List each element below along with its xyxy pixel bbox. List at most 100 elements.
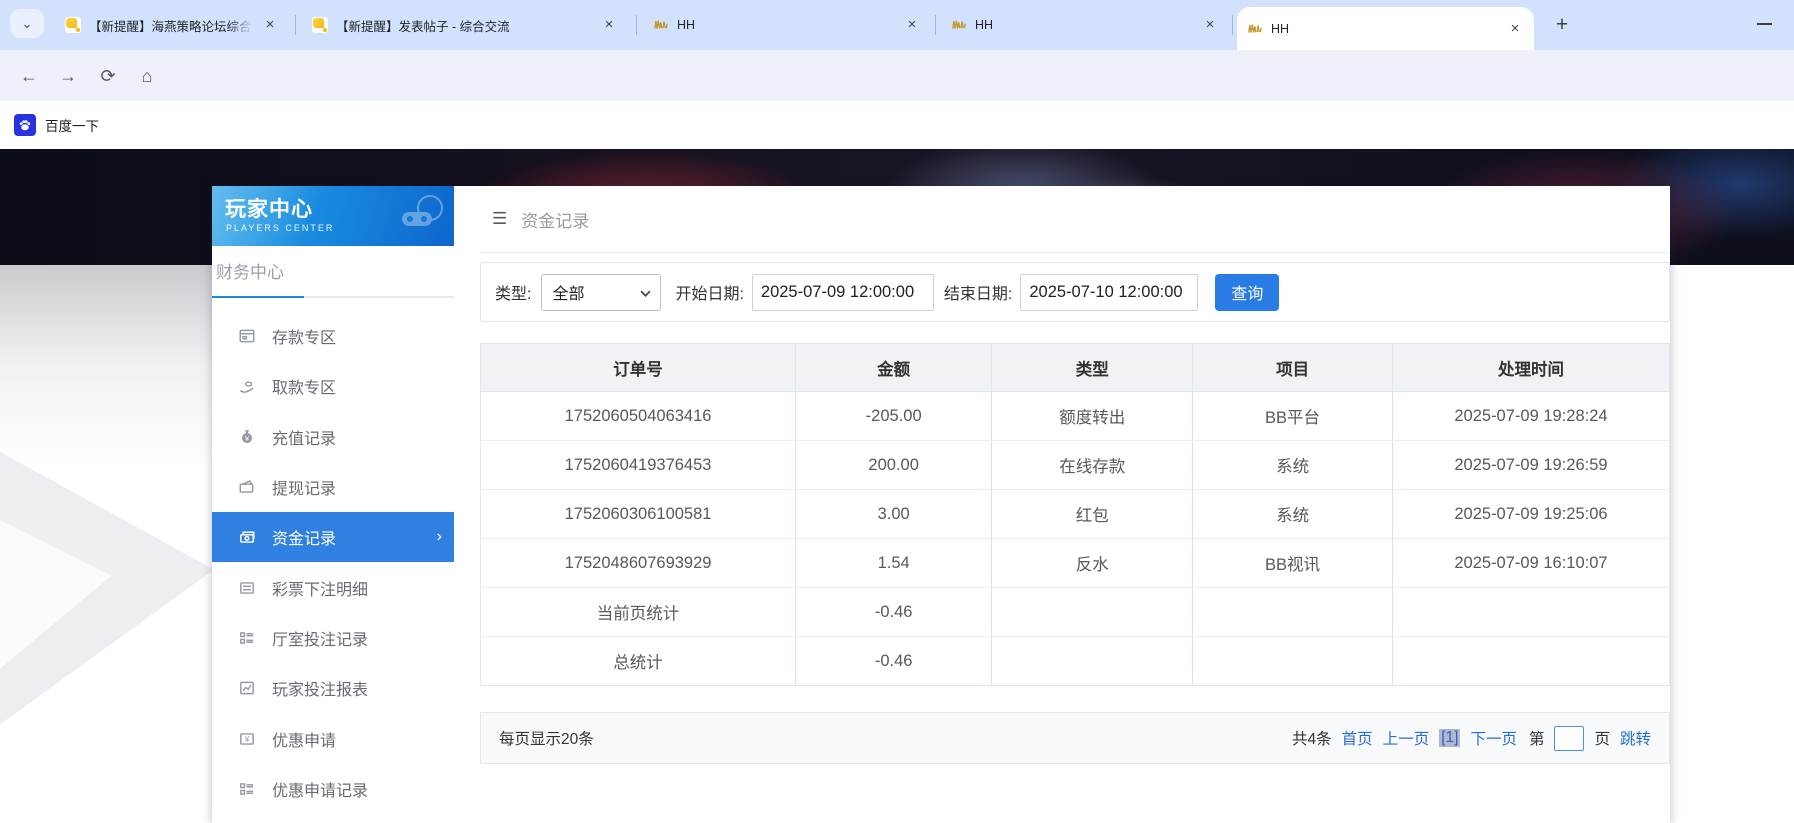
cell-order-no: 1752060306100581 xyxy=(481,490,796,539)
cell-order-no: 1752060419376453 xyxy=(481,441,796,490)
user-center-panel: 玩家中心 PLAYERS CENTER 财务中心 存款专区 取款专区 ¥ xyxy=(212,186,1670,823)
sidebar-item-promo-apply-records[interactable]: 优惠申请记录 xyxy=(212,764,454,814)
sidebar-item-label: 优惠申请记录 xyxy=(272,777,368,801)
tab-title: HH xyxy=(677,18,895,32)
table-row: 1752060419376453 200.00 在线存款 系统 2025-07-… xyxy=(481,441,1670,490)
home-icon[interactable]: ⌂ xyxy=(134,63,160,89)
tab-strip: ⌄ 【新提醒】海燕策略论坛综合交 × 【新提醒】发表帖子 - 综合交流 × HH… xyxy=(0,0,1794,50)
close-icon[interactable]: × xyxy=(1506,20,1524,38)
coupon-icon: ¥ xyxy=(238,730,256,748)
reload-icon[interactable]: ⟳ xyxy=(95,63,121,89)
filter-bar: 类型: 全部 开始日期: 结束日期: 查询 xyxy=(480,262,1670,322)
forum-yellow-icon xyxy=(312,17,328,33)
sidebar-item-funds-records[interactable]: 资金记录 › xyxy=(212,512,454,562)
sidebar-item-withdrawal-records[interactable]: 提现记录 xyxy=(212,462,454,512)
sidebar-item-deposit-zone[interactable]: 存款专区 xyxy=(212,311,454,361)
page-header: ☰ 资金记录 xyxy=(480,186,1670,253)
baidu-paw-icon xyxy=(14,114,36,136)
sidebar-item-label: 厅室投注记录 xyxy=(272,626,368,650)
bookmark-label: 百度一下 xyxy=(45,115,99,135)
close-icon[interactable]: × xyxy=(261,16,279,34)
sidebar-subtitle: PLAYERS CENTER xyxy=(226,223,334,233)
chevron-down-icon xyxy=(640,290,651,297)
type-select[interactable]: 全部 xyxy=(541,274,661,311)
page-prefix: 第 xyxy=(1529,727,1545,749)
sidebar-menu: 存款专区 取款专区 ¥ 充值记录 提现记录 xyxy=(212,311,454,814)
withdraw-hand-icon xyxy=(238,377,256,395)
chevron-right-icon: › xyxy=(437,528,442,546)
tab-1[interactable]: 【新提醒】海燕策略论坛综合交 × xyxy=(55,7,289,43)
sidebar-item-withdraw-zone[interactable]: 取款专区 xyxy=(212,361,454,411)
hh-gold-icon xyxy=(951,17,967,33)
cell-project: 系统 xyxy=(1193,490,1393,539)
jump-link[interactable]: 跳转 xyxy=(1620,727,1651,749)
tab-4[interactable]: HH × xyxy=(941,7,1229,43)
tab-title: HH xyxy=(1271,22,1498,36)
page-suffix: 页 xyxy=(1594,727,1610,749)
per-page-label: 每页显示20条 xyxy=(499,727,594,749)
pagination-bar: 每页显示20条 共4条 首页 上一页 [1] 下一页 第 页 跳转 xyxy=(480,712,1670,764)
tab-title: HH xyxy=(975,18,1193,32)
page-title: 资金记录 xyxy=(521,207,589,232)
grid-list-icon xyxy=(238,629,256,647)
tab-5-active[interactable]: HH × xyxy=(1237,7,1534,50)
next-page-link[interactable]: 下一页 xyxy=(1470,727,1517,749)
cell-type: 额度转出 xyxy=(992,392,1193,441)
sidebar-item-label: 玩家投注报表 xyxy=(272,676,368,700)
cell-empty xyxy=(992,637,1193,686)
tab-2[interactable]: 【新提醒】发表帖子 - 综合交流 × xyxy=(302,7,628,43)
tab-3[interactable]: HH × xyxy=(643,7,931,43)
tab-search-chevron-button[interactable]: ⌄ xyxy=(10,9,44,38)
end-date-input[interactable] xyxy=(1020,274,1198,311)
prev-page-link[interactable]: 上一页 xyxy=(1383,727,1430,749)
browser-window: ⌄ 【新提醒】海燕策略论坛综合交 × 【新提醒】发表帖子 - 综合交流 × HH… xyxy=(0,0,1794,823)
sidebar-item-label: 取款专区 xyxy=(272,374,336,398)
cell-type: 反水 xyxy=(992,539,1193,588)
cell-order-no: 1752048607693929 xyxy=(481,539,796,588)
list-detail-icon xyxy=(238,579,256,597)
tab-title: 【新提醒】发表帖子 - 综合交流 xyxy=(336,16,592,35)
cell-order-no: 1752060504063416 xyxy=(481,392,796,441)
chevron-down-icon: ⌄ xyxy=(22,16,33,32)
cell-amount: -0.46 xyxy=(796,588,992,637)
browser-toolbar: ← → ⟳ ⌂ yl756.com/hhcp/usercenter.html?i… xyxy=(0,50,1794,101)
cell-project: 系统 xyxy=(1193,441,1393,490)
cell-project: BB视讯 xyxy=(1193,539,1393,588)
cell-amount: -0.46 xyxy=(796,637,992,686)
sidebar-item-label: 彩票下注明细 xyxy=(272,576,368,600)
query-button[interactable]: 查询 xyxy=(1215,274,1279,311)
sidebar-item-hall-bet-records[interactable]: 厅室投注记录 xyxy=(212,613,454,663)
page-jump-input[interactable] xyxy=(1554,726,1584,751)
back-icon[interactable]: ← xyxy=(16,63,42,89)
sidebar-item-label: 提现记录 xyxy=(272,475,336,499)
sidebar-item-promo-apply[interactable]: ¥ 优惠申请 xyxy=(212,713,454,763)
chart-report-icon xyxy=(238,679,256,697)
close-icon[interactable]: × xyxy=(903,16,921,34)
sidebar-item-recharge-records[interactable]: ¥ 充值记录 xyxy=(212,412,454,462)
start-date-input[interactable] xyxy=(752,274,934,311)
bookmark-baidu[interactable]: 百度一下 xyxy=(14,112,99,138)
cell-time: 2025-07-09 19:25:06 xyxy=(1392,490,1669,539)
column-header: 项目 xyxy=(1193,344,1393,392)
cell-time: 2025-07-09 19:28:24 xyxy=(1392,392,1669,441)
close-icon[interactable]: × xyxy=(600,16,618,34)
sidebar-item-player-bet-report[interactable]: 玩家投注报表 xyxy=(212,663,454,713)
forward-icon[interactable]: → xyxy=(55,63,81,89)
cell-amount: 3.00 xyxy=(796,490,992,539)
cell-summary-label: 总统计 xyxy=(481,637,796,686)
hh-gold-icon xyxy=(1247,21,1263,37)
close-icon[interactable]: × xyxy=(1201,16,1219,34)
start-date-label: 开始日期: xyxy=(675,280,743,304)
sidebar-title: 玩家中心 xyxy=(225,193,313,223)
sidebar-item-label: 资金记录 xyxy=(272,525,336,549)
end-date-label: 结束日期: xyxy=(944,280,1012,304)
forum-yellow-icon xyxy=(65,17,81,33)
sidebar-item-label: 充值记录 xyxy=(272,425,336,449)
hamburger-icon: ☰ xyxy=(492,209,507,229)
window-minimize-button[interactable] xyxy=(1757,23,1772,25)
cell-amount: 200.00 xyxy=(796,441,992,490)
new-tab-button[interactable]: + xyxy=(1548,11,1576,39)
first-page-link[interactable]: 首页 xyxy=(1342,727,1373,749)
sidebar-item-lottery-bet-detail[interactable]: 彩票下注明细 xyxy=(212,562,454,612)
background-shade xyxy=(0,265,212,465)
